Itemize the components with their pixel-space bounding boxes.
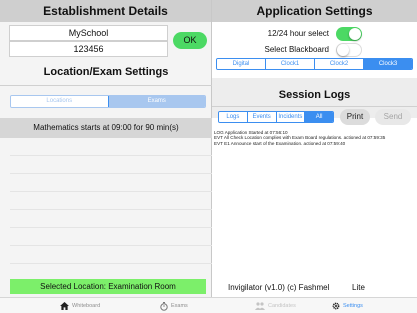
toggle-knob xyxy=(349,28,361,40)
tab-settings[interactable]: Settings xyxy=(332,301,363,311)
segment-events[interactable]: Events xyxy=(246,112,276,122)
blackboard-toggle[interactable] xyxy=(336,43,362,57)
hour-format-label: 12/24 hour select xyxy=(267,29,329,38)
version-label: Invigilator (v1.0) (c) Fashmel xyxy=(228,283,330,292)
segment-incidents[interactable]: Incidents xyxy=(275,112,305,122)
log-entry: EVT E1 Announce start of the Examination… xyxy=(214,140,346,146)
segment-locations[interactable]: Locations xyxy=(11,96,108,107)
clock-style-segmented-control: Digital Clock1 Clock2 Clock3 xyxy=(216,58,413,70)
list-item xyxy=(10,210,212,228)
segment-clock3[interactable]: Clock3 xyxy=(363,59,412,69)
center-number-field[interactable]: 123456 xyxy=(9,41,168,57)
tab-bar: Whiteboard Exams Candidates Settings xyxy=(0,297,417,313)
tab-whiteboard-label: Whiteboard xyxy=(72,303,101,309)
log-filter-segmented-control: Logs Events Incidents All xyxy=(218,111,334,123)
segment-digital[interactable]: Digital xyxy=(217,59,265,69)
tab-candidates-label: Candidates xyxy=(268,303,296,309)
edition-label: Lite xyxy=(352,283,365,292)
application-settings-panel: Application Settings 12/24 hour select S… xyxy=(212,0,417,297)
tab-settings-label: Settings xyxy=(343,303,363,309)
session-log-text: LOG Application Started at 07:56:10 EVT … xyxy=(214,130,415,146)
tab-whiteboard[interactable]: Whiteboard xyxy=(60,301,100,311)
toggle-knob xyxy=(337,44,349,56)
blackboard-row: Select Blackboard xyxy=(212,42,417,58)
location-settings-title: Location/Exam Settings xyxy=(43,66,169,78)
list-item xyxy=(10,228,212,246)
divider xyxy=(0,85,212,86)
stopwatch-icon xyxy=(160,301,168,311)
establishment-panel: Establishment Details MySchool 123456 OK… xyxy=(0,0,212,297)
list-item xyxy=(10,246,212,264)
segment-clock1[interactable]: Clock1 xyxy=(265,59,314,69)
establishment-header: Establishment Details xyxy=(0,0,211,22)
segment-all[interactable]: All xyxy=(304,112,333,122)
divider xyxy=(212,106,417,107)
send-button[interactable]: Send xyxy=(375,109,411,125)
print-button[interactable]: Print xyxy=(340,109,370,125)
tab-candidates[interactable]: Candidates xyxy=(255,301,296,311)
hour-format-row: 12/24 hour select xyxy=(212,26,417,42)
selected-location-bar[interactable]: Selected Location: Examination Room xyxy=(10,279,206,294)
list-item xyxy=(10,138,212,156)
gear-icon xyxy=(332,302,340,310)
school-name-field[interactable]: MySchool xyxy=(9,25,168,41)
blackboard-label: Select Blackboard xyxy=(264,45,329,54)
hour-format-toggle[interactable] xyxy=(336,27,362,41)
segment-exams[interactable]: Exams xyxy=(107,96,205,107)
segment-clock2[interactable]: Clock2 xyxy=(314,59,363,69)
location-exam-segmented-control: Locations Exams xyxy=(10,95,206,108)
list-item xyxy=(10,192,212,210)
list-item xyxy=(10,156,212,174)
people-icon xyxy=(255,302,265,310)
list-item xyxy=(10,174,212,192)
segment-logs[interactable]: Logs xyxy=(219,112,247,122)
tab-exams[interactable]: Exams xyxy=(160,301,188,311)
exam-list-row[interactable]: Mathematics starts at 09:00 for 90 min(s… xyxy=(0,118,212,138)
application-settings-header: Application Settings xyxy=(212,0,417,22)
house-icon xyxy=(60,302,69,310)
tab-exams-label: Exams xyxy=(171,303,188,309)
exam-list-empty-rows xyxy=(10,138,212,264)
session-logs-title: Session Logs xyxy=(278,89,351,101)
ok-button[interactable]: OK xyxy=(173,32,207,49)
